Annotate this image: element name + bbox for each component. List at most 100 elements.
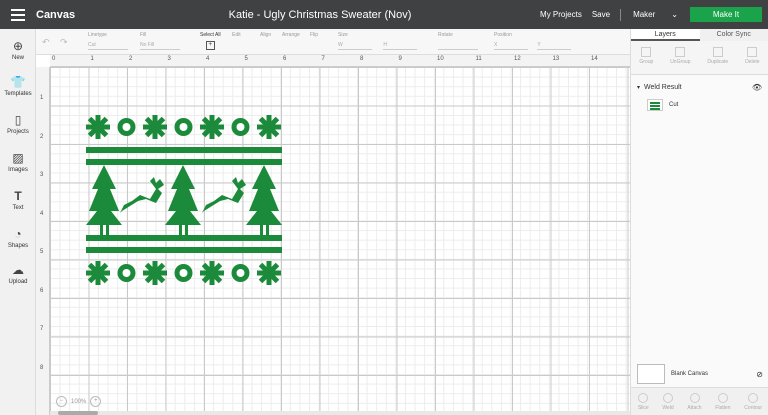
position-y-field[interactable]: Y <box>537 42 572 50</box>
delete-button[interactable]: Delete <box>745 47 760 74</box>
ruler-label: 6 <box>283 56 287 62</box>
select-all-button[interactable]: Select All + <box>200 32 221 50</box>
machine-label: Maker <box>633 10 656 19</box>
tree-shape <box>86 165 122 237</box>
align-button[interactable]: Align <box>260 32 271 38</box>
trash-icon <box>747 47 758 57</box>
ungroup-icon <box>675 47 686 57</box>
my-projects-link[interactable]: My Projects <box>540 10 582 19</box>
ruler-label: 7 <box>40 326 44 332</box>
canvas-swatch[interactable] <box>637 364 665 384</box>
ruler-label: 11 <box>475 56 482 62</box>
slice-icon <box>638 392 649 403</box>
blank-canvas-row[interactable]: Blank Canvas ⊘ <box>637 363 763 385</box>
duplicate-icon <box>712 47 723 57</box>
select-all-icon: + <box>205 41 215 50</box>
snowflake-shape <box>257 261 281 285</box>
ruler-label: 1 <box>90 56 94 62</box>
image-icon: ▨ <box>12 151 24 165</box>
select-all-label: Select All <box>200 32 221 38</box>
pattern-band <box>86 147 282 153</box>
ruler-label: 1 <box>40 95 44 101</box>
attach-label: Attach <box>687 404 702 411</box>
make-it-button[interactable]: Make It <box>690 7 762 22</box>
ruler-label: 7 <box>321 56 325 62</box>
attach-button[interactable]: Attach <box>687 392 702 411</box>
snowflake-shape <box>143 261 167 285</box>
zoom-in-button[interactable]: + <box>90 396 102 407</box>
machine-select[interactable]: Maker ⌄ <box>633 10 678 19</box>
attach-icon <box>689 392 700 403</box>
layer-thumbnail <box>647 99 663 111</box>
reindeer-shape <box>120 177 164 213</box>
layers-panel: Layers Color Sync Group UnGroup Duplicat… <box>630 29 768 415</box>
slice-label: Slice <box>637 404 649 411</box>
contour-label: Contour <box>744 404 763 411</box>
size-width-field[interactable]: W <box>338 42 372 50</box>
duplicate-button[interactable]: Duplicate <box>707 47 728 74</box>
snowflake-shape <box>86 261 110 285</box>
tab-color-sync[interactable]: Color Sync <box>699 29 768 41</box>
ruler-label: 9 <box>398 56 402 62</box>
undo-icon[interactable]: ↶ <box>42 37 50 48</box>
group-button[interactable]: Group <box>639 47 653 74</box>
edit-button[interactable]: Edit <box>232 32 241 38</box>
fill-value: No Fill <box>140 42 180 50</box>
sidebar-item-upload[interactable]: ☁ Upload <box>0 263 36 285</box>
snowflake-shape <box>174 118 193 136</box>
snowflake-shape <box>231 118 250 136</box>
ruler-label: 13 <box>552 56 560 62</box>
caret-down-icon[interactable]: ▾ <box>637 84 640 91</box>
sidebar-item-shapes[interactable]: ◔ Shapes <box>0 227 36 249</box>
fill-label: Fill <box>140 32 147 38</box>
ruler-label: 12 <box>514 56 521 62</box>
sidebar-item-new[interactable]: ⊕ New <box>0 39 36 61</box>
linetype-select[interactable]: Linetype Cut <box>88 32 128 50</box>
fill-select[interactable]: Fill No Fill <box>140 32 180 50</box>
contour-icon <box>748 392 759 403</box>
weld-label: Weld <box>662 404 674 411</box>
save-button[interactable]: Save <box>592 10 610 19</box>
zoom-control: − 100% + <box>56 396 102 407</box>
weld-button[interactable]: Weld <box>662 392 674 411</box>
snowflake-shape <box>200 115 224 139</box>
redo-icon[interactable]: ↷ <box>60 37 68 48</box>
pattern-band <box>86 235 282 241</box>
sweater-design[interactable] <box>86 113 282 289</box>
eye-icon[interactable]: 👁 <box>752 83 762 92</box>
sidebar-item-label: New <box>11 55 24 61</box>
ruler-label: 6 <box>40 287 44 294</box>
sidebar-item-label: Text <box>12 205 24 211</box>
position-x-field[interactable]: X <box>494 42 528 50</box>
ruler-label: 10 <box>437 56 444 62</box>
flip-button[interactable]: Flip <box>310 32 318 38</box>
sidebar-item-templates[interactable]: 👕 Templates <box>0 75 36 97</box>
layer-group-name: Weld Result <box>644 84 682 91</box>
ruler-label: 5 <box>40 249 44 255</box>
sidebar-item-text[interactable]: T Text <box>0 189 36 211</box>
eye-off-icon[interactable]: ⊘ <box>756 370 763 379</box>
zoom-out-button[interactable]: − <box>56 396 67 407</box>
rotate-field[interactable]: Rotate <box>438 32 478 50</box>
snowflake-shape <box>117 118 136 136</box>
flatten-button[interactable]: Flatten <box>715 392 731 411</box>
position-group: Position X Y <box>494 32 574 50</box>
tab-layers[interactable]: Layers <box>631 29 700 41</box>
sidebar-item-projects[interactable]: ▯ Projects <box>0 113 36 135</box>
chevron-down-icon: ⌄ <box>671 10 678 19</box>
duplicate-label: Duplicate <box>707 59 729 65</box>
arrange-label: Arrange <box>282 32 300 38</box>
size-height-field[interactable]: H <box>383 42 418 50</box>
arrange-button[interactable]: Arrange <box>282 32 300 38</box>
ruler-label: 5 <box>244 56 248 62</box>
sidebar-item-images[interactable]: ▨ Images <box>0 151 36 173</box>
text-icon: T <box>14 189 22 203</box>
slice-button[interactable]: Slice <box>637 392 649 411</box>
ruler-label: 3 <box>40 172 44 178</box>
horizontal-scrollbar[interactable] <box>50 411 630 415</box>
sidebar-item-label: Shapes <box>7 243 29 249</box>
contour-button[interactable]: Contour <box>744 392 763 411</box>
layer-item[interactable]: Cut <box>647 99 768 111</box>
layer-group-header[interactable]: ▾ Weld Result 👁 <box>637 83 762 92</box>
ungroup-button[interactable]: UnGroup <box>670 47 690 74</box>
